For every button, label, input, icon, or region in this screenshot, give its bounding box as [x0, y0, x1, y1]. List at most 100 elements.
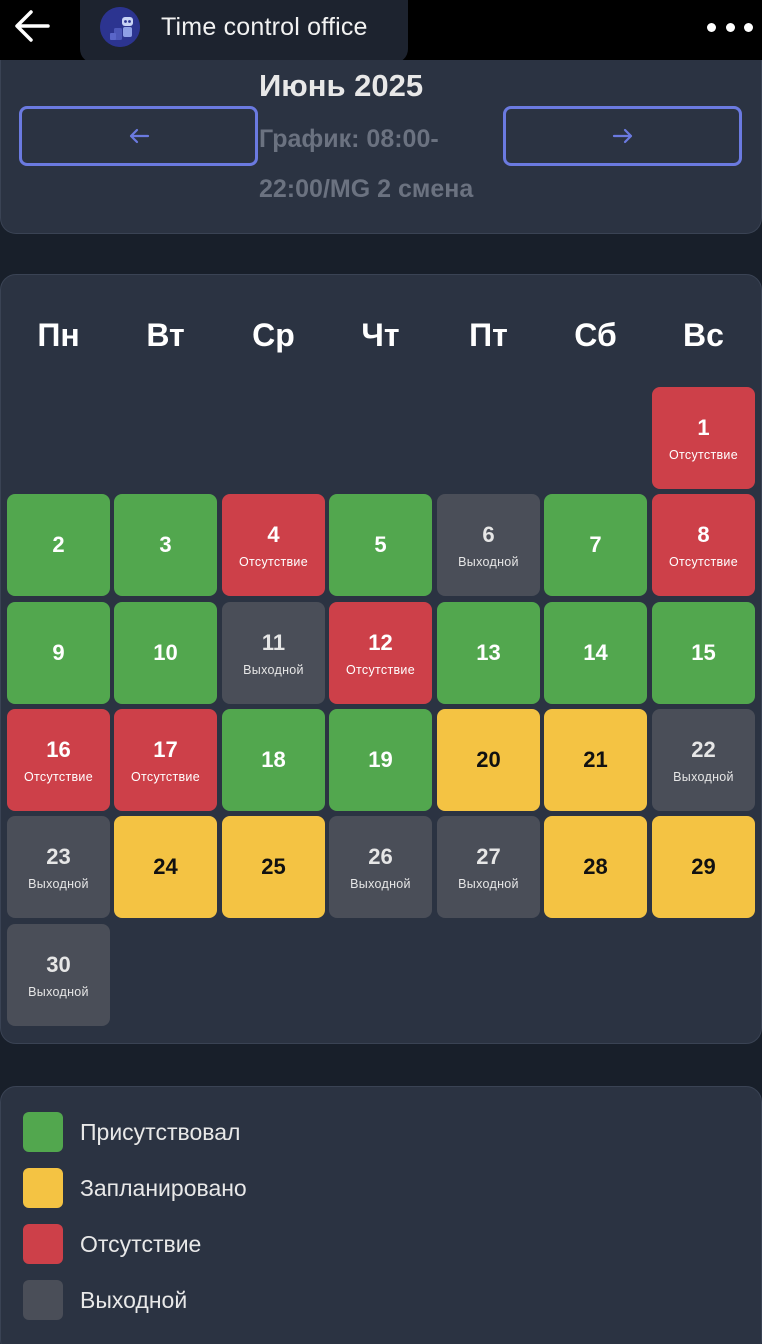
- legend-label: Выходной: [80, 1286, 188, 1313]
- calendar-day[interactable]: 24: [114, 816, 217, 918]
- day-number: 13: [476, 640, 501, 665]
- calendar-day[interactable]: 5: [329, 494, 432, 596]
- day-status-label: Отсутствие: [131, 769, 200, 784]
- day-number: 12: [368, 629, 393, 655]
- day-number: 4: [267, 521, 280, 547]
- legend-label: Запланировано: [80, 1174, 247, 1201]
- weekday-header: Чт: [361, 317, 400, 353]
- day-status-label: Выходной: [28, 876, 89, 891]
- day-status-label: Выходной: [673, 769, 734, 784]
- arrow-right-icon: [612, 128, 632, 144]
- calendar-day[interactable]: 26 Выходной: [329, 816, 432, 918]
- legend-swatch: [23, 1168, 63, 1208]
- day-status-label: Выходной: [243, 662, 304, 677]
- day-number: 7: [589, 532, 602, 557]
- day-number: 27: [476, 843, 501, 869]
- arrow-left-icon: [15, 10, 50, 42]
- day-number: 15: [691, 640, 716, 665]
- calendar-day[interactable]: 21: [544, 709, 647, 811]
- legend-card: Присутствовал Запланировано Отсутствие Выхо…: [0, 1086, 762, 1344]
- day-status-label: Выходной: [458, 876, 519, 891]
- calendar-day[interactable]: 10: [114, 602, 217, 704]
- calendar-day[interactable]: 8 Отсутствие: [652, 494, 755, 596]
- day-status-label: Выходной: [28, 984, 89, 999]
- day-number: 30: [46, 951, 71, 977]
- next-month-button[interactable]: [503, 106, 742, 166]
- day-status-label: Отсутствие: [346, 662, 415, 677]
- more-options-button[interactable]: [707, 14, 753, 40]
- weekday-header: Вт: [146, 317, 185, 353]
- day-status-label: Отсутствие: [239, 554, 308, 569]
- day-number: 21: [583, 747, 608, 772]
- day-number: 3: [159, 532, 172, 557]
- robot-icon: [100, 7, 140, 47]
- weekday-header: Вс: [683, 317, 724, 353]
- legend-item: Присутствовал: [23, 1112, 240, 1152]
- weekday-header: Пт: [469, 317, 508, 353]
- calendar-day[interactable]: 20: [437, 709, 540, 811]
- day-number: 29: [691, 854, 716, 879]
- calendar-day[interactable]: 16 Отсутствие: [7, 709, 110, 811]
- app-title: Time control office: [161, 13, 368, 41]
- month-title: Июнь 2025: [259, 68, 424, 103]
- calendar-day[interactable]: 27 Выходной: [437, 816, 540, 918]
- calendar-day[interactable]: 3: [114, 494, 217, 596]
- calendar-day[interactable]: 29: [652, 816, 755, 918]
- day-number: 9: [52, 640, 65, 665]
- day-number: 20: [476, 747, 501, 772]
- day-number: 17: [153, 736, 178, 762]
- day-status-label: Отсутствие: [24, 769, 93, 784]
- weekday-header: Ср: [252, 317, 295, 353]
- app-title-pill[interactable]: Time control office: [80, 0, 408, 63]
- day-status-label: Выходной: [458, 554, 519, 569]
- dot-icon: [725, 22, 735, 32]
- calendar-day[interactable]: 6 Выходной: [437, 494, 540, 596]
- day-status-label: Отсутствие: [669, 447, 738, 462]
- day-number: 11: [261, 629, 286, 655]
- calendar-day[interactable]: 1 Отсутствие: [652, 387, 755, 489]
- day-number: 23: [46, 843, 71, 869]
- calendar-day[interactable]: 4 Отсутствие: [222, 494, 325, 596]
- day-status-label: Отсутствие: [669, 554, 738, 569]
- calendar-day[interactable]: 11 Выходной: [222, 602, 325, 704]
- weekday-header: Пн: [37, 317, 80, 353]
- day-number: 18: [261, 747, 286, 772]
- arrow-left-icon: [129, 128, 149, 144]
- calendar-day[interactable]: 28: [544, 816, 647, 918]
- calendar-day[interactable]: 13: [437, 602, 540, 704]
- calendar-day[interactable]: 19: [329, 709, 432, 811]
- calendar-day[interactable]: 18: [222, 709, 325, 811]
- back-button[interactable]: [10, 6, 54, 46]
- day-number: 19: [368, 747, 393, 772]
- calendar-day[interactable]: 2: [7, 494, 110, 596]
- calendar-day[interactable]: 30 Выходной: [7, 924, 110, 1026]
- calendar-day[interactable]: 7: [544, 494, 647, 596]
- day-number: 10: [153, 640, 178, 665]
- legend-swatch: [23, 1112, 63, 1152]
- day-number: 2: [52, 532, 65, 557]
- calendar-day[interactable]: 14: [544, 602, 647, 704]
- day-number: 22: [691, 736, 716, 762]
- legend-label: Присутствовал: [80, 1118, 241, 1145]
- calendar-day[interactable]: 23 Выходной: [7, 816, 110, 918]
- legend-item: Отсутствие: [23, 1224, 201, 1264]
- calendar-day[interactable]: 12 Отсутствие: [329, 602, 432, 704]
- calendar-day[interactable]: 25: [222, 816, 325, 918]
- legend-swatch: [23, 1280, 63, 1320]
- previous-month-button[interactable]: [19, 106, 258, 166]
- legend-swatch: [23, 1224, 63, 1264]
- day-status-label: Выходной: [350, 876, 411, 891]
- calendar-day[interactable]: 22 Выходной: [652, 709, 755, 811]
- weekday-header: Сб: [574, 317, 617, 353]
- legend-label: Отсутствие: [80, 1230, 202, 1257]
- calendar-day[interactable]: 15: [652, 602, 755, 704]
- calendar-day[interactable]: 9: [7, 602, 110, 704]
- legend-item: Выходной: [23, 1280, 187, 1320]
- day-number: 28: [583, 854, 608, 879]
- dot-icon: [707, 22, 716, 32]
- day-number: 14: [583, 640, 608, 665]
- calendar-day[interactable]: 17 Отсутствие: [114, 709, 217, 811]
- schedule-text: График: 08:00-22:00/MG 2 смена: [259, 125, 474, 203]
- day-number: 16: [46, 736, 71, 762]
- day-number: 5: [374, 532, 387, 557]
